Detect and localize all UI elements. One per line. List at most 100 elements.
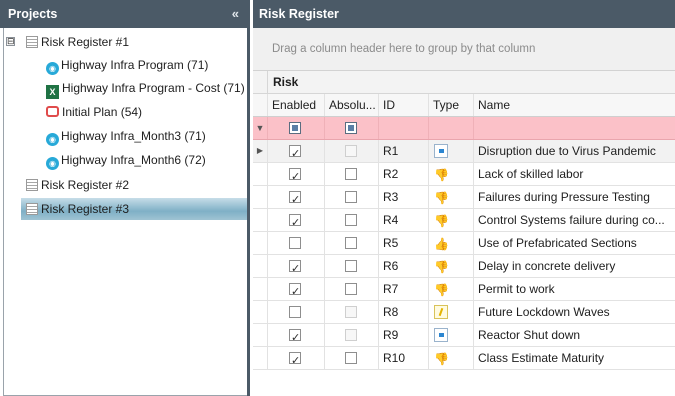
id-cell[interactable]: R1 xyxy=(379,140,429,162)
table-row[interactable]: R5 Use of Prefabricated Sections xyxy=(253,232,675,255)
column-header-name[interactable]: Name xyxy=(474,94,675,116)
type-cell[interactable] xyxy=(429,301,474,323)
enabled-cell[interactable] xyxy=(268,347,325,369)
name-cell[interactable]: Disruption due to Virus Pandemic xyxy=(474,140,675,162)
absolute-checkbox[interactable] xyxy=(345,283,357,295)
enabled-checkbox[interactable] xyxy=(289,281,301,300)
table-row[interactable]: R2 Lack of skilled labor xyxy=(253,163,675,186)
enabled-cell[interactable] xyxy=(268,209,325,231)
absolute-checkbox[interactable] xyxy=(345,168,357,180)
absolute-cell[interactable] xyxy=(325,140,379,162)
tree-item-project[interactable]: ◉ Highway Infra_Month3 (71) xyxy=(46,125,206,147)
row-indicator-cell[interactable] xyxy=(253,324,268,346)
name-cell[interactable]: Use of Prefabricated Sections xyxy=(474,232,675,254)
enabled-checkbox[interactable] xyxy=(289,306,301,318)
tree-item-project[interactable]: ◉ Highway Infra Program (71) xyxy=(46,54,208,76)
id-cell[interactable]: R8 xyxy=(379,301,429,323)
type-cell[interactable] xyxy=(429,163,474,185)
table-row[interactable]: R10 Class Estimate Maturity xyxy=(253,347,675,370)
id-cell[interactable]: R6 xyxy=(379,255,429,277)
absolute-checkbox[interactable] xyxy=(345,214,357,226)
enabled-checkbox[interactable] xyxy=(289,350,301,369)
enabled-checkbox[interactable] xyxy=(289,237,301,249)
table-row[interactable]: R8 Future Lockdown Waves xyxy=(253,301,675,324)
type-cell[interactable] xyxy=(429,324,474,346)
type-cell[interactable] xyxy=(429,278,474,300)
absolute-cell[interactable] xyxy=(325,255,379,277)
filter-name-cell[interactable] xyxy=(474,117,675,139)
name-cell[interactable]: Future Lockdown Waves xyxy=(474,301,675,323)
tree-item-risk-register-1[interactable]: Risk Register #1 xyxy=(26,31,129,53)
enabled-checkbox[interactable] xyxy=(289,189,301,208)
filter-enabled-cell[interactable] xyxy=(268,117,325,139)
absolute-cell[interactable] xyxy=(325,324,379,346)
enabled-cell[interactable] xyxy=(268,140,325,162)
id-cell[interactable]: R5 xyxy=(379,232,429,254)
filter-absolute-checkbox[interactable] xyxy=(345,122,357,134)
absolute-cell[interactable] xyxy=(325,209,379,231)
tree-item-project[interactable]: Initial Plan (54) xyxy=(46,101,142,123)
row-indicator-cell[interactable] xyxy=(253,255,268,277)
enabled-cell[interactable] xyxy=(268,278,325,300)
absolute-checkbox[interactable] xyxy=(345,237,357,249)
table-row[interactable]: R3 Failures during Pressure Testing xyxy=(253,186,675,209)
double-chevron-left-icon[interactable]: « xyxy=(232,0,239,28)
table-row[interactable]: R4 Control Systems failure during co... xyxy=(253,209,675,232)
table-row[interactable]: R7 Permit to work xyxy=(253,278,675,301)
id-cell[interactable]: R10 xyxy=(379,347,429,369)
id-cell[interactable]: R2 xyxy=(379,163,429,185)
enabled-cell[interactable] xyxy=(268,324,325,346)
filter-absolute-cell[interactable] xyxy=(325,117,379,139)
enabled-cell[interactable] xyxy=(268,163,325,185)
row-indicator-cell[interactable] xyxy=(253,301,268,323)
table-row[interactable]: R6 Delay in concrete delivery xyxy=(253,255,675,278)
name-cell[interactable]: Control Systems failure during co... xyxy=(474,209,675,231)
name-cell[interactable]: Delay in concrete delivery xyxy=(474,255,675,277)
name-cell[interactable]: Class Estimate Maturity xyxy=(474,347,675,369)
absolute-checkbox[interactable] xyxy=(345,191,357,203)
type-cell[interactable] xyxy=(429,186,474,208)
absolute-cell[interactable] xyxy=(325,232,379,254)
type-cell[interactable] xyxy=(429,140,474,162)
type-cell[interactable] xyxy=(429,209,474,231)
filter-enabled-checkbox[interactable] xyxy=(289,122,301,134)
row-indicator-cell[interactable]: ▶ xyxy=(253,140,268,162)
tree-item-risk-register-2[interactable]: Risk Register #2 xyxy=(26,174,129,196)
name-cell[interactable]: Failures during Pressure Testing xyxy=(474,186,675,208)
type-cell[interactable] xyxy=(429,347,474,369)
id-cell[interactable]: R7 xyxy=(379,278,429,300)
enabled-cell[interactable] xyxy=(268,255,325,277)
row-indicator-cell[interactable] xyxy=(253,163,268,185)
column-header-type[interactable]: Type xyxy=(429,94,474,116)
row-indicator-cell[interactable] xyxy=(253,232,268,254)
row-indicator-cell[interactable] xyxy=(253,278,268,300)
tree-item-project[interactable]: ◉ Highway Infra_Month6 (72) xyxy=(46,149,206,171)
tree-collapse-toggle[interactable]: ⊟ xyxy=(6,37,15,46)
enabled-cell[interactable] xyxy=(268,301,325,323)
row-indicator-cell[interactable] xyxy=(253,347,268,369)
table-row[interactable]: R9 Reactor Shut down xyxy=(253,324,675,347)
tree-item-project[interactable]: X Highway Infra Program - Cost (71) xyxy=(46,77,245,99)
name-cell[interactable]: Lack of skilled labor xyxy=(474,163,675,185)
absolute-cell[interactable] xyxy=(325,301,379,323)
row-indicator-cell[interactable] xyxy=(253,209,268,231)
filter-type-cell[interactable] xyxy=(429,117,474,139)
absolute-cell[interactable] xyxy=(325,347,379,369)
filter-id-cell[interactable] xyxy=(379,117,429,139)
type-cell[interactable] xyxy=(429,255,474,277)
enabled-cell[interactable] xyxy=(268,232,325,254)
absolute-checkbox[interactable] xyxy=(345,352,357,364)
name-cell[interactable]: Permit to work xyxy=(474,278,675,300)
name-cell[interactable]: Reactor Shut down xyxy=(474,324,675,346)
absolute-cell[interactable] xyxy=(325,163,379,185)
enabled-checkbox[interactable] xyxy=(289,327,301,346)
id-cell[interactable]: R9 xyxy=(379,324,429,346)
type-cell[interactable] xyxy=(429,232,474,254)
table-row[interactable]: ▶ R1 Disruption due to Virus Pandemic xyxy=(253,140,675,163)
enabled-checkbox[interactable] xyxy=(289,143,301,162)
absolute-cell[interactable] xyxy=(325,186,379,208)
tree-item-risk-register-3[interactable]: Risk Register #3 xyxy=(21,198,247,220)
absolute-checkbox[interactable] xyxy=(345,260,357,272)
enabled-checkbox[interactable] xyxy=(289,212,301,231)
row-indicator-cell[interactable] xyxy=(253,186,268,208)
